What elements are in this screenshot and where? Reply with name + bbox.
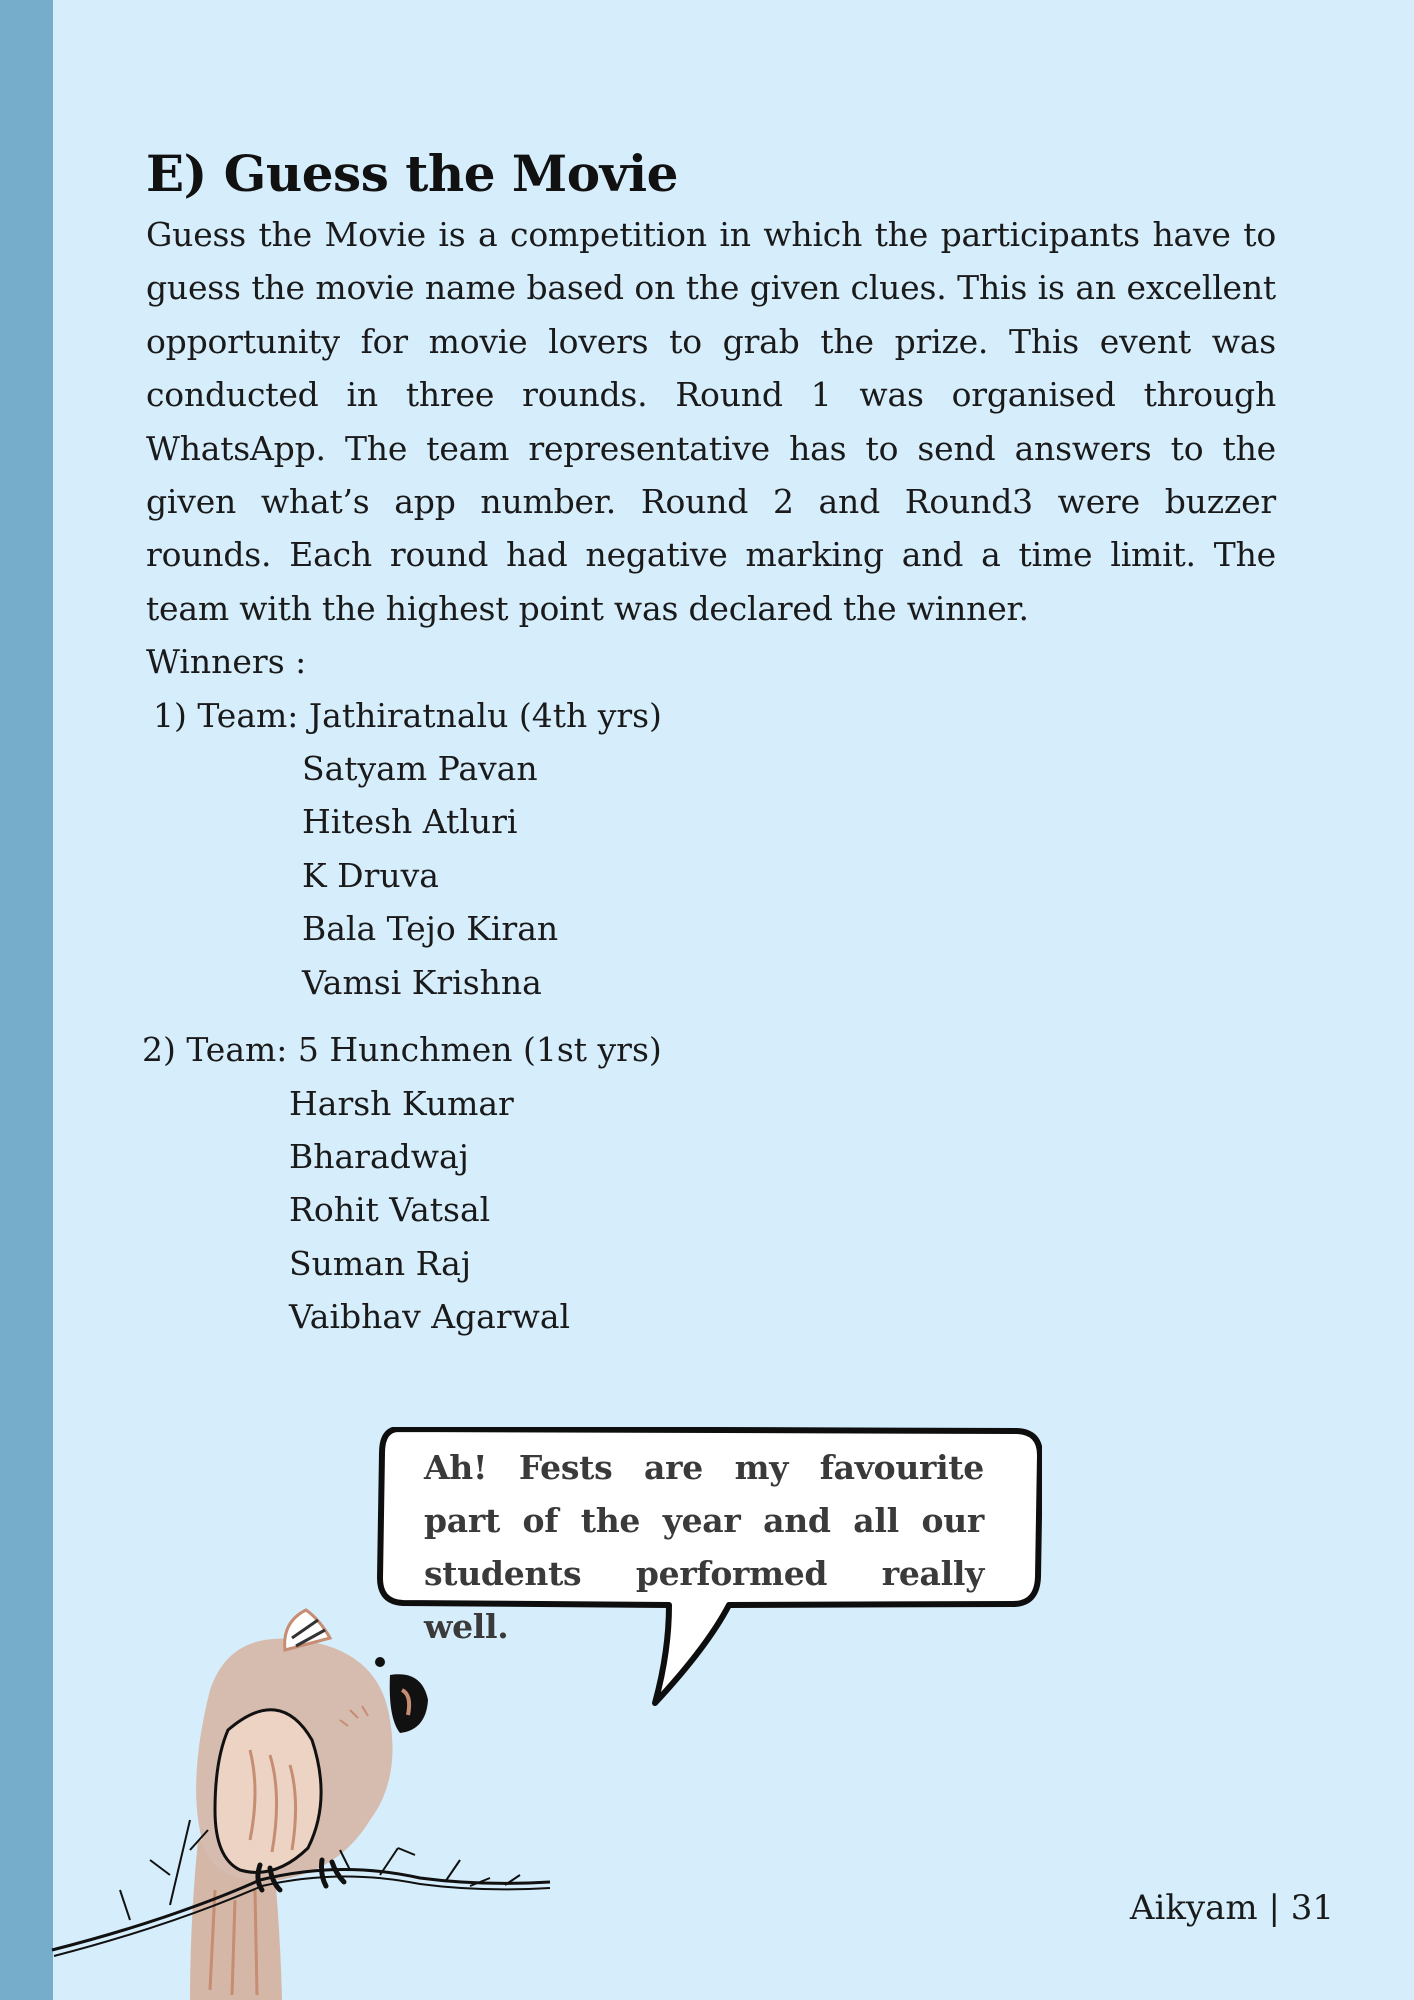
- team-member: Harsh Kumar: [289, 1083, 514, 1123]
- team-member: Bharadwaj: [289, 1136, 469, 1176]
- team-heading: 1) Team: Jathiratnalu (4th yrs): [153, 695, 662, 735]
- team-member: Suman Raj: [289, 1243, 472, 1283]
- page-number: 31: [1290, 1888, 1334, 1928]
- article: E) Guess the Movie Guess the Movie is a …: [142, 140, 1276, 1344]
- winners-label: Winners :: [146, 642, 307, 682]
- team-member: Vaibhav Agarwal: [289, 1297, 571, 1337]
- footer-separator: |: [1268, 1888, 1280, 1928]
- page-footer: Aikyam | 31: [1130, 1883, 1334, 1933]
- section-body: Guess the Movie is a competition in whic…: [146, 215, 1276, 628]
- team-member: Bala Tejo Kiran: [302, 909, 559, 949]
- team-member: Satyam Pavan: [302, 749, 538, 789]
- section-title: E) Guess the Movie: [146, 144, 678, 203]
- cockatoo-on-branch-icon: [51, 1608, 551, 2000]
- team-entry: 1) Team: Jathiratnalu (4th yrs) Satyam P…: [153, 689, 1276, 1009]
- team-heading: 2) Team: 5 Hunchmen (1st yrs): [142, 1030, 662, 1070]
- side-accent-bar: [0, 0, 53, 2000]
- magazine-name: Aikyam: [1129, 1888, 1258, 1928]
- speech-bubble: Ah! Fests are my favourite part of the y…: [377, 1427, 1042, 1706]
- team-entry: 2) Team: 5 Hunchmen (1st yrs) Harsh Kuma…: [142, 1023, 1276, 1343]
- team-member: Hitesh Atluri: [302, 802, 518, 842]
- team-member: K Druva: [302, 855, 439, 895]
- team-member: Rohit Vatsal: [289, 1190, 491, 1230]
- team-member: Vamsi Krishna: [302, 962, 542, 1002]
